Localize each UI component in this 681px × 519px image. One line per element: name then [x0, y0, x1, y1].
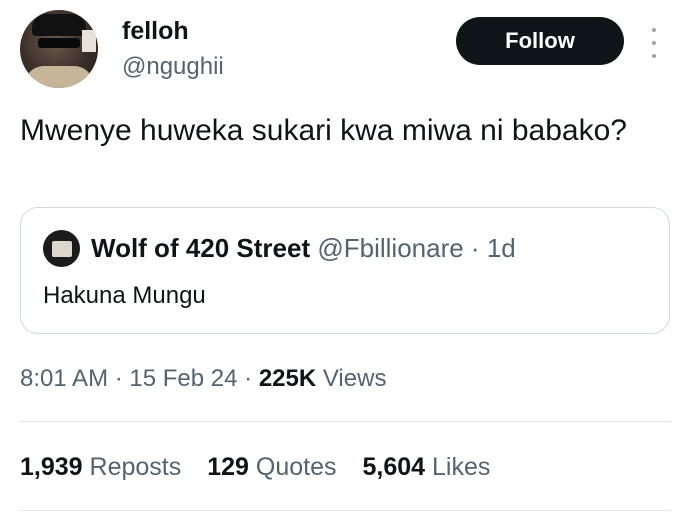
timestamp-separator: ·: [237, 365, 259, 392]
reposts-label: Reposts: [89, 453, 182, 481]
quoted-tweet-text: Hakuna Mungu: [43, 282, 206, 309]
quoted-tweet-header: Wolf of 420 Street @Fbillionare · 1d: [91, 232, 516, 264]
avatar-hat-shape: [32, 14, 86, 36]
quoted-author-handle[interactable]: @Fbillionare: [317, 233, 463, 263]
views-label: Views: [322, 365, 387, 392]
avatar-glasses-shape: [38, 38, 80, 48]
quoted-age[interactable]: 1d: [487, 233, 516, 263]
likes-label: Likes: [432, 453, 491, 481]
likes-count: 5,604: [362, 453, 426, 481]
author-display-name[interactable]: felloh: [122, 16, 224, 46]
tweet-timestamp: 8:01 AM · 15 Feb 24 · 225K Views: [20, 363, 386, 395]
more-dot: [652, 28, 656, 32]
quoted-author-name[interactable]: Wolf of 420 Street: [91, 233, 310, 263]
divider: [20, 421, 671, 422]
tweet-date[interactable]: 15 Feb 24: [129, 365, 237, 392]
quoted-tweet-card[interactable]: Wolf of 420 Street @Fbillionare · 1d Hak…: [20, 207, 670, 334]
reposts-stat[interactable]: 1,939 Reposts: [20, 451, 181, 483]
likes-stat[interactable]: 5,604 Likes: [363, 451, 491, 483]
quotes-stat[interactable]: 129 Quotes: [207, 451, 336, 483]
quoted-separator: ·: [463, 233, 487, 263]
quotes-count: 129: [207, 453, 249, 481]
divider: [20, 510, 671, 511]
more-vertical-icon[interactable]: [648, 28, 660, 58]
avatar-shirt-shape: [24, 66, 94, 88]
timestamp-separator: ·: [108, 365, 130, 392]
quoted-avatar-image-shape: [51, 240, 72, 257]
quoted-author-avatar[interactable]: [43, 230, 80, 267]
tweet-text: Mwenye huweka sukari kwa miwa ni babako?: [20, 114, 627, 147]
more-dot: [652, 54, 656, 58]
author-names: felloh @ngughii: [122, 16, 224, 82]
views-count: 225K: [258, 365, 317, 392]
avatar-logo-shape: [82, 30, 96, 52]
tweet-time[interactable]: 8:01 AM: [20, 365, 108, 392]
tweet-header: felloh @ngughii Follow: [20, 10, 670, 90]
follow-button[interactable]: Follow: [456, 17, 624, 65]
more-dot: [652, 41, 656, 45]
author-avatar[interactable]: [20, 10, 98, 88]
author-handle[interactable]: @ngughii: [122, 52, 224, 82]
engagement-stats: 1,939 Reposts 129 Quotes 5,604 Likes: [20, 451, 490, 483]
reposts-count: 1,939: [20, 453, 83, 481]
quotes-label: Quotes: [255, 453, 337, 481]
